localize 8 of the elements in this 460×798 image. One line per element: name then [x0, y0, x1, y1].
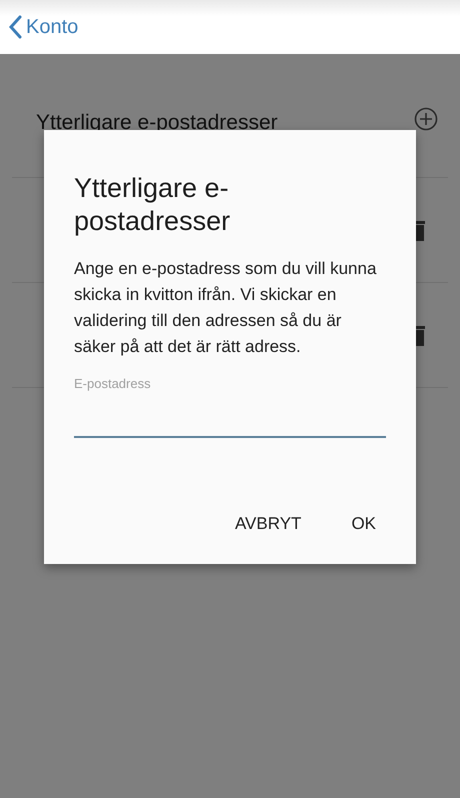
- dialog-button[interactable]: OK: [341, 508, 386, 540]
- back-button[interactable]: Konto: [8, 15, 78, 39]
- dialog-button[interactable]: AVBRYT: [224, 508, 312, 540]
- dialog-title: Ytterligare e-postadresser: [74, 172, 232, 238]
- dialog-message: Ange en e-postadress som du vill kunna skicka in kvitton ifrån. Vi skickar en validering till den adressen så du är säker på att det är rätt adress.: [74, 258, 378, 358]
- section-title: Ytterligare e-postadresser: [36, 112, 278, 133]
- back-chevron-icon: [8, 15, 22, 39]
- add-icon[interactable]: [414, 107, 438, 131]
